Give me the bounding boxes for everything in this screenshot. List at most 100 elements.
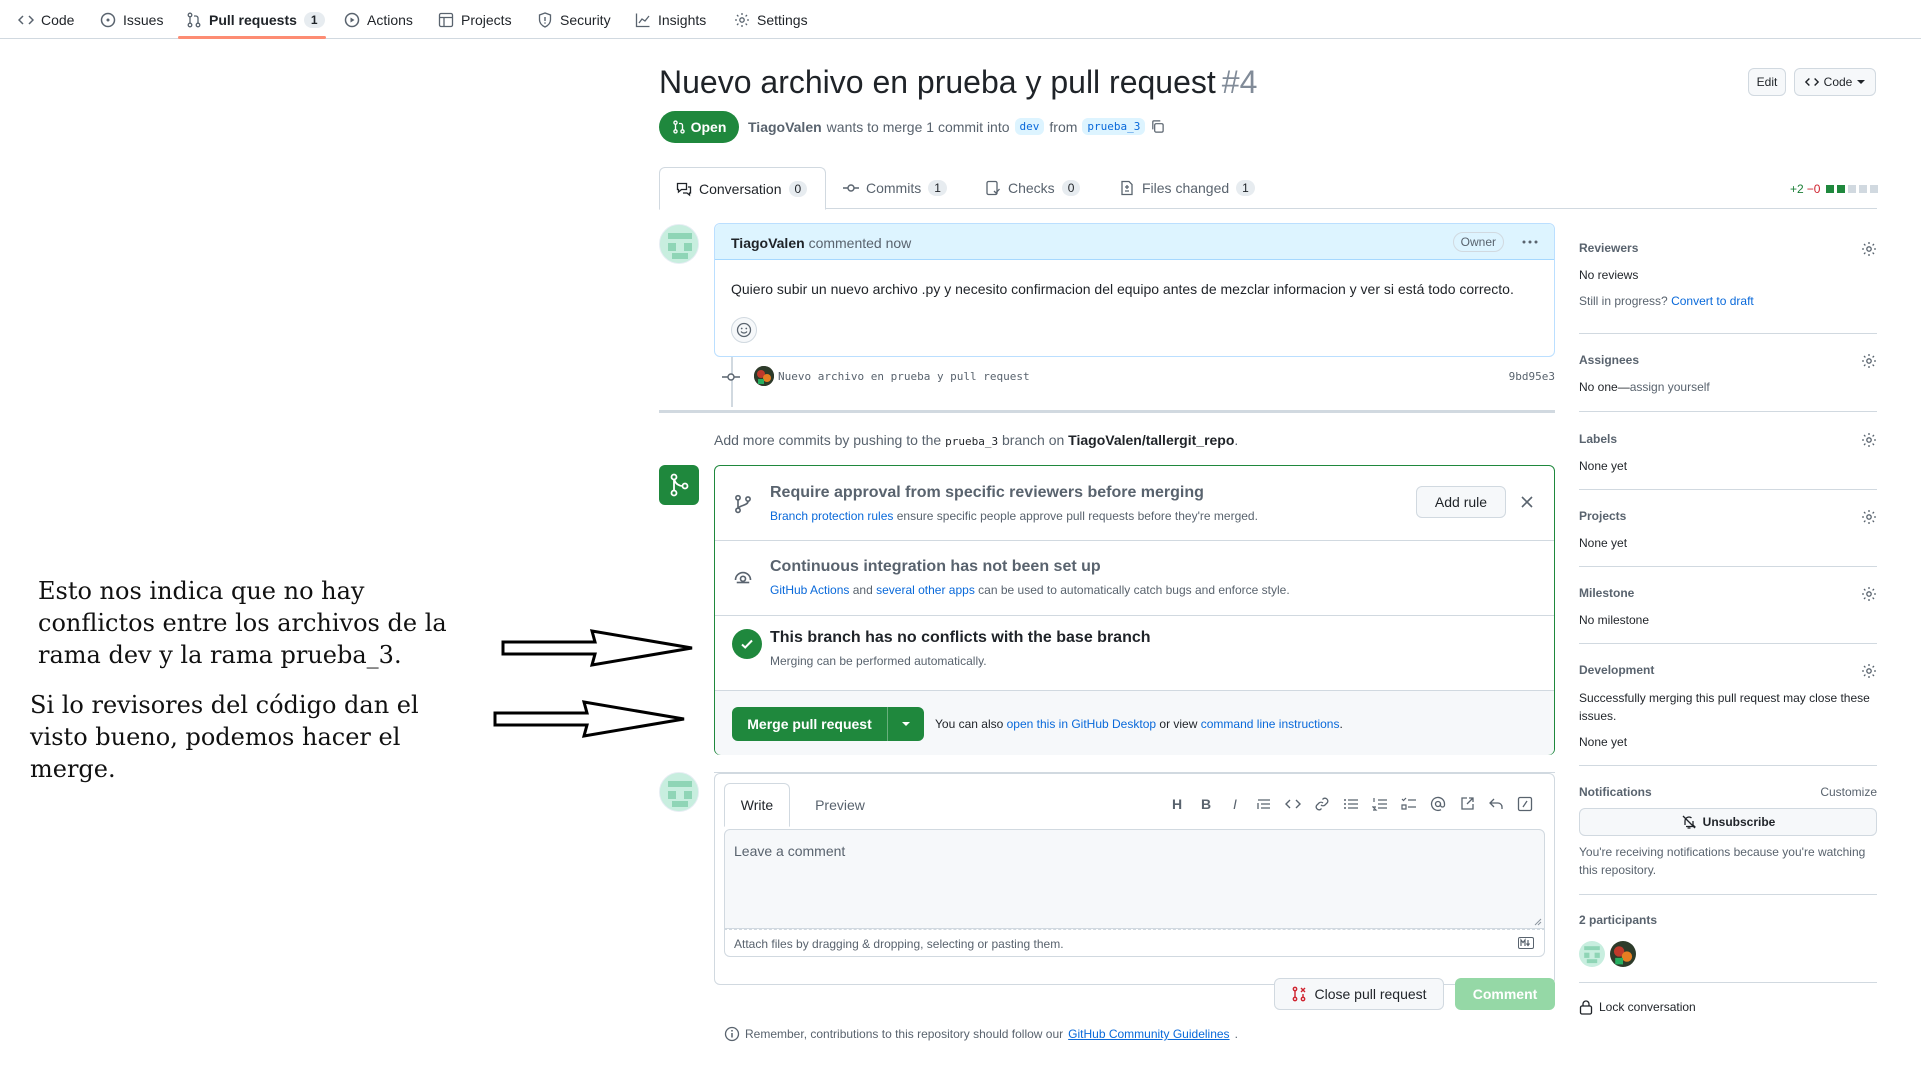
branch-rule-section: Require approval from specific reviewers… [715, 466, 1554, 541]
diffstat-block-neutral [1870, 185, 1879, 193]
code-icon[interactable] [1285, 796, 1301, 812]
tab-preview[interactable]: Preview [798, 783, 882, 827]
tab-conversation[interactable]: Conversation 0 [659, 167, 826, 210]
nav-code[interactable]: Code [18, 0, 74, 39]
assignees-title[interactable]: Assignees [1579, 353, 1877, 367]
avatar-image-icon [1610, 941, 1636, 967]
projects-title[interactable]: Projects [1579, 509, 1877, 523]
reviewers-title[interactable]: Reviewers [1579, 241, 1877, 255]
task-list-icon[interactable] [1401, 796, 1417, 812]
gear-icon[interactable] [1861, 241, 1877, 257]
gear-icon[interactable] [1861, 586, 1877, 602]
gear-icon[interactable] [1861, 353, 1877, 369]
comment-author[interactable]: TiagoValen [731, 235, 805, 251]
resize-handle-icon[interactable] [1534, 918, 1542, 926]
milestone-title[interactable]: Milestone [1579, 586, 1877, 600]
unordered-list-icon[interactable] [1343, 796, 1359, 812]
github-actions-link[interactable]: GitHub Actions [770, 583, 849, 597]
no-conflicts-title: This branch has no conflicts with the ba… [770, 629, 1151, 646]
reviewers-progress: Still in progress? Convert to draft [1579, 294, 1877, 308]
attach-files-bar[interactable]: Attach files by dragging & dropping, sel… [724, 929, 1545, 957]
kebab-horizontal-icon[interactable] [1522, 236, 1538, 248]
comment-time[interactable]: commented now [809, 235, 912, 251]
copy-icon[interactable] [1150, 119, 1165, 134]
labels-title[interactable]: Labels [1579, 432, 1877, 446]
sidebar-divider [1579, 643, 1877, 644]
unsubscribe-button[interactable]: Unsubscribe [1579, 808, 1877, 836]
sidebar-divider [1579, 566, 1877, 567]
ordered-list-icon[interactable] [1372, 796, 1388, 812]
avatar[interactable] [754, 366, 774, 386]
sidebar-divider [1579, 894, 1877, 895]
avatar[interactable] [659, 224, 699, 264]
gear-icon[interactable] [1861, 663, 1877, 679]
nav-actions[interactable]: Actions [344, 0, 413, 39]
ci-sub: GitHub Actions and several other apps ca… [770, 583, 1290, 597]
pr-author-link[interactable]: TiagoValen [748, 119, 822, 135]
slash-command-icon[interactable] [1517, 796, 1533, 812]
nav-issues[interactable]: Issues [100, 0, 163, 39]
add-rule-label: Add rule [1434, 494, 1488, 510]
edit-button[interactable]: Edit [1748, 68, 1786, 96]
mention-icon[interactable] [1430, 796, 1446, 812]
diffstat-block-neutral [1859, 185, 1868, 193]
add-rule-button[interactable]: Add rule [1416, 486, 1506, 518]
heading-icon[interactable]: H [1169, 796, 1185, 812]
info-icon [724, 1026, 740, 1042]
participant-avatar[interactable] [1579, 941, 1605, 967]
lock-conversation-link[interactable]: Lock conversation [1579, 999, 1877, 1015]
nav-security[interactable]: Security [537, 0, 611, 39]
gear-icon[interactable] [1861, 509, 1877, 525]
labels-value: None yet [1579, 459, 1628, 473]
tab-checks-count: 0 [1061, 180, 1081, 196]
tab-checks[interactable]: Checks 0 [969, 167, 1096, 209]
close-icon[interactable] [1520, 495, 1534, 509]
commit-icon [722, 373, 740, 381]
participant-avatar[interactable] [1610, 941, 1636, 967]
reply-icon[interactable] [1488, 796, 1504, 812]
tab-files-changed[interactable]: Files changed 1 [1103, 167, 1271, 209]
tab-commits[interactable]: Commits 1 [827, 167, 963, 209]
bold-icon[interactable]: B [1198, 796, 1214, 812]
add-reaction-button[interactable] [731, 317, 757, 343]
pull-request-icon [187, 12, 201, 27]
quote-icon[interactable] [1256, 796, 1272, 812]
commit-sha[interactable]: 9bd95e3 [1509, 370, 1555, 383]
markdown-icon[interactable] [1518, 937, 1534, 949]
convert-to-draft-link[interactable]: Convert to draft [1671, 294, 1754, 308]
italic-icon[interactable]: I [1227, 796, 1243, 812]
cross-reference-icon[interactable] [1459, 796, 1475, 812]
nav-projects[interactable]: Projects [438, 0, 512, 39]
merge-button-main[interactable]: Merge pull request [732, 707, 888, 741]
projects-value: None yet [1579, 536, 1628, 550]
pr-title: Nuevo archivo en prueba y pull request #4 [659, 64, 1257, 101]
guidelines-prefix: Remember, contributions to this reposito… [745, 1027, 1064, 1041]
merge-method-dropdown[interactable] [888, 707, 924, 741]
comment-submit-button[interactable]: Comment [1455, 978, 1555, 1010]
tab-write[interactable]: Write [724, 783, 790, 827]
annotation-note-conflicts: Esto nos indica que no hay conflictos en… [38, 577, 447, 669]
command-line-link[interactable]: command line instructions [1201, 717, 1340, 731]
close-pull-request-button[interactable]: Close pull request [1274, 978, 1444, 1010]
base-branch[interactable]: dev [1014, 118, 1045, 135]
nav-pull-requests[interactable]: Pull requests 1 [186, 0, 325, 39]
branch-protection-link[interactable]: Branch protection rules [770, 509, 893, 523]
nav-insights[interactable]: Insights [635, 0, 706, 39]
other-apps-link[interactable]: several other apps [876, 583, 975, 597]
gear-icon[interactable] [1861, 432, 1877, 448]
push-hint-repo[interactable]: TiagoValen/tallergit_repo [1068, 432, 1234, 448]
development-title[interactable]: Development [1579, 663, 1877, 677]
nav-settings[interactable]: Settings [734, 0, 808, 39]
milestone-value: No milestone [1579, 613, 1650, 627]
head-branch[interactable]: prueba_3 [1082, 118, 1146, 135]
customize-link[interactable]: Customize [1820, 785, 1877, 799]
merge-pull-request-button[interactable]: Merge pull request [732, 707, 924, 741]
avatar[interactable] [659, 772, 699, 812]
code-dropdown-button[interactable]: Code [1794, 68, 1876, 96]
github-desktop-link[interactable]: open this in GitHub Desktop [1007, 717, 1156, 731]
guidelines-link[interactable]: GitHub Community Guidelines [1068, 1027, 1229, 1041]
assign-yourself-link[interactable]: assign yourself [1630, 380, 1710, 394]
comment-textarea[interactable]: Leave a comment [724, 829, 1545, 929]
commit-message[interactable]: Nuevo archivo en prueba y pull request [778, 370, 1030, 383]
link-icon[interactable] [1314, 796, 1330, 812]
